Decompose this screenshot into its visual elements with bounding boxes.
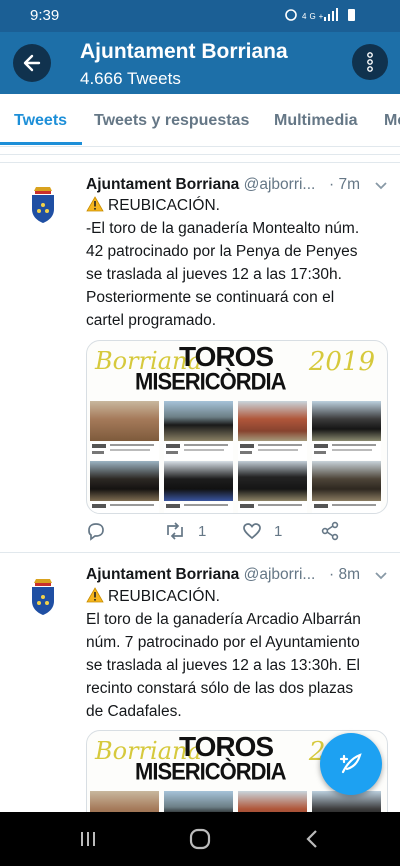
tweet-item[interactable]: Ajuntament Borriana @ajborri... · 7m REU… xyxy=(0,162,400,553)
bull-info xyxy=(238,502,307,513)
tweet-actions: 1 1 xyxy=(86,519,376,545)
warning-icon xyxy=(86,587,104,603)
reply-button[interactable] xyxy=(86,521,118,541)
author-handle: @ajborri... xyxy=(243,176,316,193)
author-name: Ajuntament Borriana xyxy=(86,566,240,583)
tweet-media-poster[interactable]: Borriana TOROS MISERICÒRDIA 2019 xyxy=(86,340,388,514)
status-bar: 9:39 4G+ xyxy=(0,0,400,32)
retweet-button[interactable]: 1 xyxy=(164,521,206,541)
tweet-line: REUBICACIÓN. xyxy=(108,588,220,605)
tab-media[interactable]: Multimedia xyxy=(274,112,358,130)
tweet-text: REUBICACIÓN. El toro de la ganadería Arc… xyxy=(86,585,392,723)
recent-apps-icon[interactable] xyxy=(78,830,98,848)
tweet-line: recinto constará sólo de las dos plazas xyxy=(86,680,354,697)
divider xyxy=(0,148,400,155)
poster-year: 2019 xyxy=(308,347,375,377)
svg-text:4G+: 4G+ xyxy=(302,12,326,21)
bull-photo xyxy=(90,461,159,501)
share-button[interactable] xyxy=(320,521,340,541)
status-time: 9:39 xyxy=(30,7,60,24)
bull-photo xyxy=(238,461,307,501)
retweet-count: 1 xyxy=(198,522,207,540)
tweet-line: cartel programado. xyxy=(86,312,217,329)
bull-info xyxy=(312,442,381,460)
share-icon xyxy=(321,521,339,541)
tweet-line: 42 patrocinado por la Penya de Penyes xyxy=(86,243,358,260)
tweet-line: núm. 7 patrocinado por el Ayuntamiento xyxy=(86,634,360,651)
tweet-author[interactable]: Ajuntament Borriana @ajborri... xyxy=(86,566,315,584)
like-button[interactable]: 1 xyxy=(242,521,282,541)
more-options-button[interactable] xyxy=(352,44,388,80)
tab-tweets-replies[interactable]: Tweets y respuestas xyxy=(94,112,249,130)
tweet-line: se traslada al jueves 12 a las 13:30h. E… xyxy=(86,657,361,674)
status-indicators-icon: 4G+ xyxy=(285,8,355,21)
compose-feather-icon xyxy=(339,753,362,774)
tweet-line: -El toro de la ganadería Montealto núm. xyxy=(86,220,360,237)
tweet-line: El toro de la ganadería Arcadio Albarrán xyxy=(86,611,361,628)
bull-photo xyxy=(164,401,233,441)
tab-tweets[interactable]: Tweets xyxy=(14,112,67,130)
back-button[interactable] xyxy=(13,44,51,82)
author-handle: @ajborri... xyxy=(243,566,316,583)
bull-photo xyxy=(90,401,159,441)
tweet-text: REUBICACIÓN. -El toro de la ganadería Mo… xyxy=(86,194,392,332)
tweet-line: se traslada al jueves 12 a las 17:30h. xyxy=(86,266,342,283)
bull-photo xyxy=(312,401,381,441)
tab-likes[interactable]: Me xyxy=(384,112,400,130)
status-icons: 4G+ xyxy=(284,8,372,25)
heart-icon xyxy=(243,523,261,540)
warning-icon xyxy=(86,196,104,212)
tweet-time: · 8m xyxy=(329,566,360,583)
bull-info xyxy=(90,442,159,460)
bull-info xyxy=(90,502,159,513)
poster-subtitle: MISERICÒRDIA xyxy=(135,367,287,396)
bull-photo xyxy=(238,401,307,441)
tweet-count: 4.666 Tweets xyxy=(80,69,181,88)
like-count: 1 xyxy=(274,522,283,540)
tweet-time: · 7m xyxy=(329,176,360,193)
bull-info xyxy=(164,502,233,513)
profile-name: Ajuntament Borriana xyxy=(80,40,288,63)
arrow-left-icon xyxy=(23,54,41,72)
bull-info xyxy=(312,502,381,513)
tweet-line: de Cadafales. xyxy=(86,703,182,720)
app-header: Ajuntament Borriana 4.666 Tweets xyxy=(0,32,400,94)
home-icon[interactable] xyxy=(188,828,212,850)
chevron-down-icon[interactable] xyxy=(374,569,388,583)
profile-tabs: Tweets Tweets y respuestas Multimedia Me xyxy=(0,94,400,147)
avatar[interactable] xyxy=(28,185,58,225)
bull-info xyxy=(238,442,307,460)
author-name: Ajuntament Borriana xyxy=(86,176,240,193)
back-nav-icon[interactable] xyxy=(304,829,320,849)
retweet-icon xyxy=(167,522,183,540)
bull-photo xyxy=(164,461,233,501)
tweet-author[interactable]: Ajuntament Borriana @ajborri... xyxy=(86,176,315,194)
compose-tweet-button[interactable] xyxy=(320,733,382,795)
avatar[interactable] xyxy=(28,577,58,617)
tweet-line: REUBICACIÓN. xyxy=(108,197,220,214)
more-vertical-icon xyxy=(367,52,373,72)
tweet-line: Posteriormente se continuará con el xyxy=(86,289,335,306)
bull-info xyxy=(164,442,233,460)
active-tab-indicator xyxy=(0,142,82,145)
chevron-down-icon[interactable] xyxy=(374,179,388,193)
poster-subtitle: MISERICÒRDIA xyxy=(135,757,287,786)
reply-icon xyxy=(88,523,104,541)
bull-photo xyxy=(312,461,381,501)
system-nav-bar xyxy=(0,812,400,866)
